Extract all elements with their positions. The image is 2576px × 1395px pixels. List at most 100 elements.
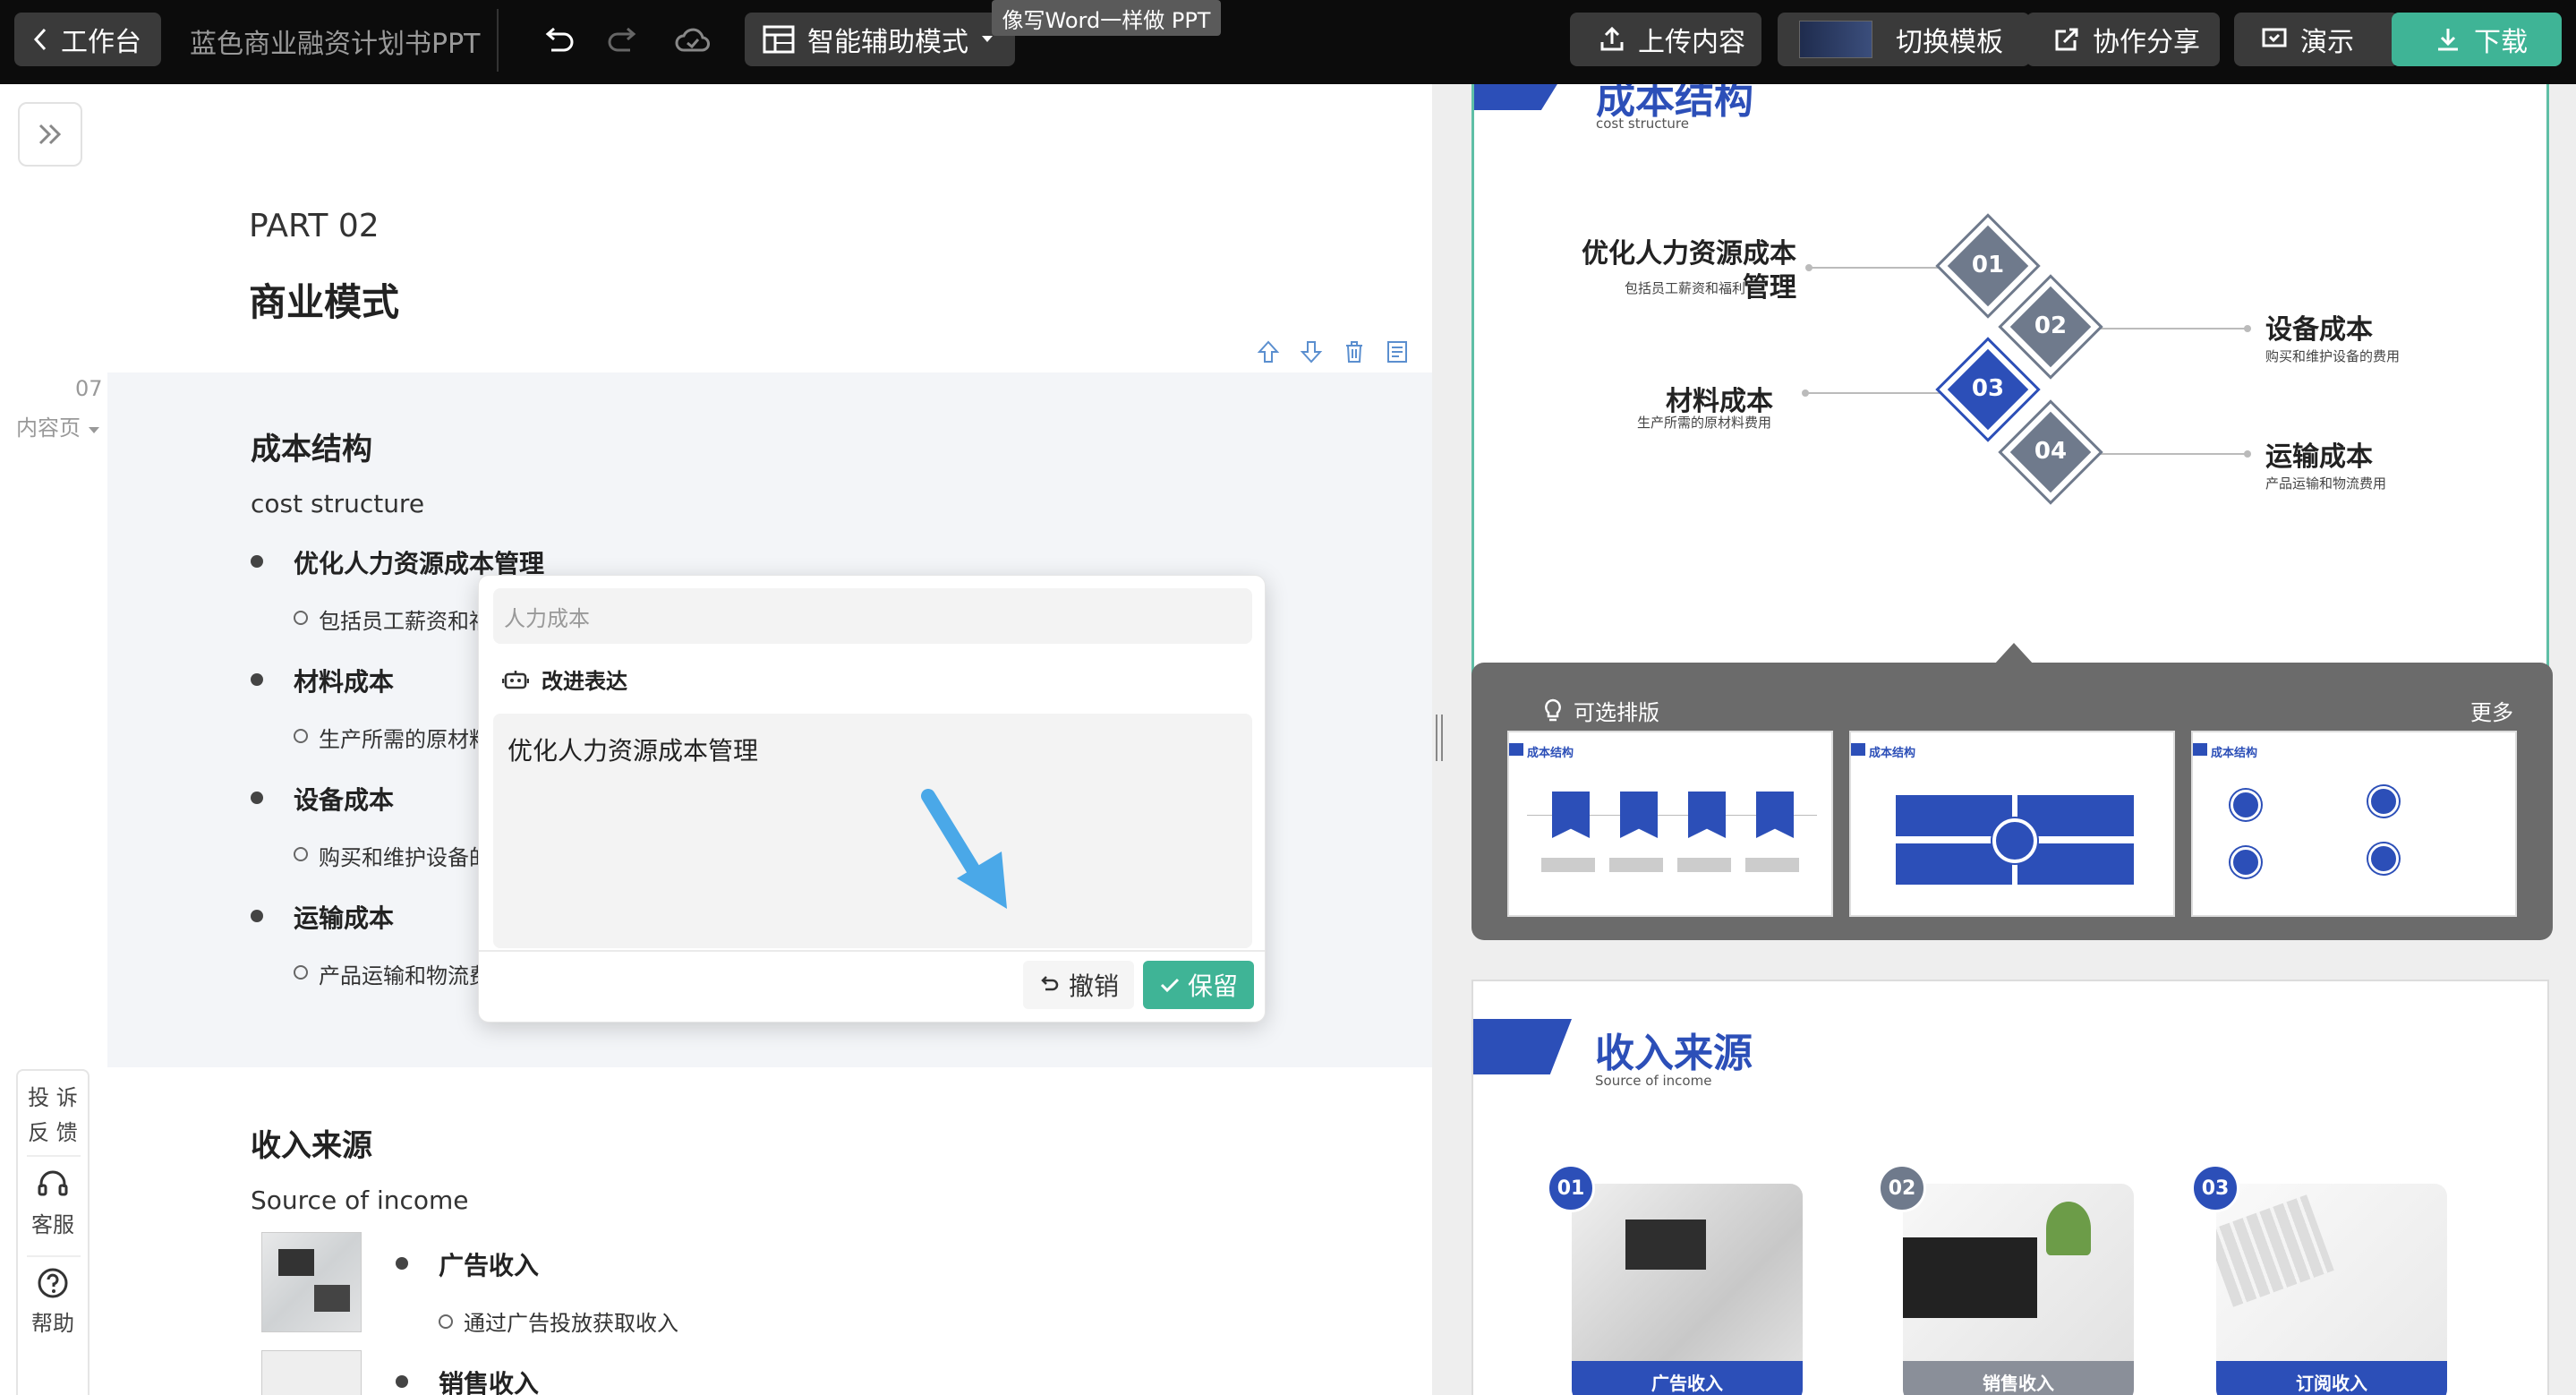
move-down-icon[interactable] [1298, 338, 1325, 365]
thumb-accent [1851, 743, 1865, 756]
check-icon [1160, 978, 1180, 993]
income-card-1: 广告收入 [1572, 1184, 1803, 1395]
back-label: 工作台 [61, 27, 141, 58]
sub-bullet-circle [294, 965, 308, 980]
feedback-label: 投 诉 [28, 1085, 78, 1110]
block-subtitle[interactable]: cost structure [251, 489, 424, 518]
bullet-dot [251, 910, 263, 922]
card-number-badge: 03 [2191, 1164, 2239, 1212]
thumb-text-lines [1541, 858, 1810, 872]
ai-result-textarea[interactable]: 优化人力资源成本管理 [493, 714, 1252, 948]
slide-preview-income-sources[interactable]: 收入来源 Source of income 广告收入 01 销售收入 02 订阅… [1471, 980, 2549, 1395]
thumb-accent [2193, 743, 2207, 756]
ai-prompt-input[interactable]: 人力成本 [493, 588, 1252, 644]
item-desc: 包括员工薪资和福利 [1625, 280, 1746, 296]
thumb-center-circle [1992, 818, 2037, 863]
sub-item[interactable]: 通过广告投放获取收入 [464, 1305, 678, 1337]
pointer-arrow-icon [921, 789, 1007, 909]
present-button[interactable]: 演示 [2234, 13, 2399, 66]
keep-button[interactable]: 保留 [1143, 961, 1254, 1009]
thumb-block [2017, 795, 2134, 836]
redo-icon[interactable] [603, 21, 643, 61]
smart-assist-mode-dropdown[interactable]: 智能辅助模式 [745, 13, 1015, 66]
section-title[interactable]: 商业模式 [249, 272, 399, 327]
document-title[interactable]: 蓝色商业融资计划书PPT [190, 21, 481, 61]
layout-option-1[interactable]: 成本结构 [1507, 731, 1833, 917]
mode-tooltip: 像写Word一样做 PPT [992, 0, 1221, 36]
thumb-circle [2368, 786, 2399, 817]
block-subtitle[interactable]: Source of income [251, 1185, 469, 1215]
help-float-panel: 投 诉 反 馈 客服 帮助 [16, 1069, 90, 1395]
back-to-workspace-button[interactable]: 工作台 [14, 13, 161, 66]
note-icon[interactable] [1384, 338, 1411, 365]
panel-resize-handle[interactable] [1436, 715, 1443, 761]
thumb-circle [2368, 843, 2399, 874]
bullet-dot [251, 673, 263, 686]
thumb-circle [2231, 847, 2261, 877]
download-icon [2438, 29, 2458, 51]
undo-button[interactable]: 撤销 [1023, 961, 1134, 1009]
help-label: 帮助 [31, 1311, 74, 1336]
card-laptop [1625, 1220, 1706, 1270]
slide-title: 收入来源 [1595, 1031, 1753, 1076]
part-label: PART 02 [249, 208, 380, 244]
upload-icon [1600, 26, 1624, 51]
income-card-3: 订阅收入 [2216, 1184, 2447, 1395]
switch-template-button[interactable]: 切换模板 [1778, 13, 2030, 66]
divider [27, 1255, 81, 1257]
block-title[interactable]: 收入来源 [251, 1121, 372, 1165]
caret-down-icon [88, 427, 99, 433]
share-icon [2055, 28, 2078, 51]
more-layouts-link[interactable]: 更多 [2470, 695, 2513, 726]
delete-icon[interactable] [1341, 338, 1368, 365]
improve-expression-option[interactable]: 改进表达 [502, 663, 627, 695]
undo-icon[interactable] [539, 21, 578, 61]
undo-label: 撤销 [1068, 971, 1119, 1001]
customer-service-button[interactable]: 客服 [18, 1168, 88, 1238]
upload-content-button[interactable]: 上传内容 [1570, 13, 1761, 66]
sub-bullet-circle [294, 729, 308, 743]
block-toolbar [1255, 338, 1411, 365]
card-laptop [1903, 1237, 2037, 1318]
template-thumbnail [1799, 21, 1872, 58]
bullet-item[interactable]: 设备成本 [294, 781, 394, 817]
help-button[interactable]: 帮助 [18, 1266, 88, 1337]
expand-sidebar-button[interactable] [18, 102, 82, 167]
collaborate-share-button[interactable]: 协作分享 [2026, 13, 2220, 66]
layout-option-3[interactable]: 成本结构 [2191, 731, 2517, 917]
panel-pointer [1994, 643, 2034, 664]
slide-accent-shape [1473, 1019, 1572, 1074]
layout-option-2[interactable]: 成本结构 [1849, 731, 2175, 917]
slide-preview-cost-structure[interactable]: 成本结构 cost structure 01 02 03 04 优化人力资源成本… [1471, 84, 2549, 722]
download-button[interactable]: 下载 [2392, 13, 2562, 66]
bullet-item[interactable]: 运输成本 [294, 899, 394, 935]
mode-label: 智能辅助模式 [807, 27, 968, 58]
cloud-save-icon[interactable] [673, 21, 712, 61]
bullet-dot [396, 1375, 408, 1388]
content-image-thumbnail[interactable] [261, 1232, 362, 1332]
content-image-thumbnail[interactable] [261, 1350, 362, 1395]
support-label: 客服 [31, 1212, 74, 1237]
bullet-item[interactable]: 材料成本 [294, 663, 394, 698]
present-icon [2262, 28, 2287, 47]
layout-thumb-title: 成本结构 [1527, 747, 1574, 760]
bullet-dot [396, 1257, 408, 1270]
block-title[interactable]: 成本结构 [251, 424, 372, 468]
card-keyboard [2216, 1194, 2334, 1307]
thumb-ribbon [1688, 792, 1726, 838]
layout-header: 可选排版 [1543, 695, 1659, 726]
keep-label: 保留 [1187, 971, 1238, 1001]
page-type-dropdown[interactable]: 内容页 [16, 410, 100, 441]
bullet-item[interactable]: 销售收入 [439, 1365, 539, 1395]
card-label: 订阅收入 [2216, 1361, 2447, 1395]
top-toolbar: 工作台 蓝色商业融资计划书PPT 智能辅助模式 像写Word一样做 PPT 上传… [0, 0, 2576, 84]
page-number: 07 [75, 376, 103, 401]
item-desc: 购买和维护设备的费用 [2265, 348, 2401, 364]
feedback-button[interactable]: 投 诉 反 馈 [18, 1080, 88, 1146]
thumb-accent [1509, 743, 1523, 756]
sub-bullet-circle [439, 1314, 453, 1329]
move-up-icon[interactable] [1255, 338, 1282, 365]
download-label: 下载 [2474, 27, 2528, 58]
bullet-item[interactable]: 广告收入 [439, 1246, 539, 1282]
sub-bullet-circle [294, 847, 308, 861]
